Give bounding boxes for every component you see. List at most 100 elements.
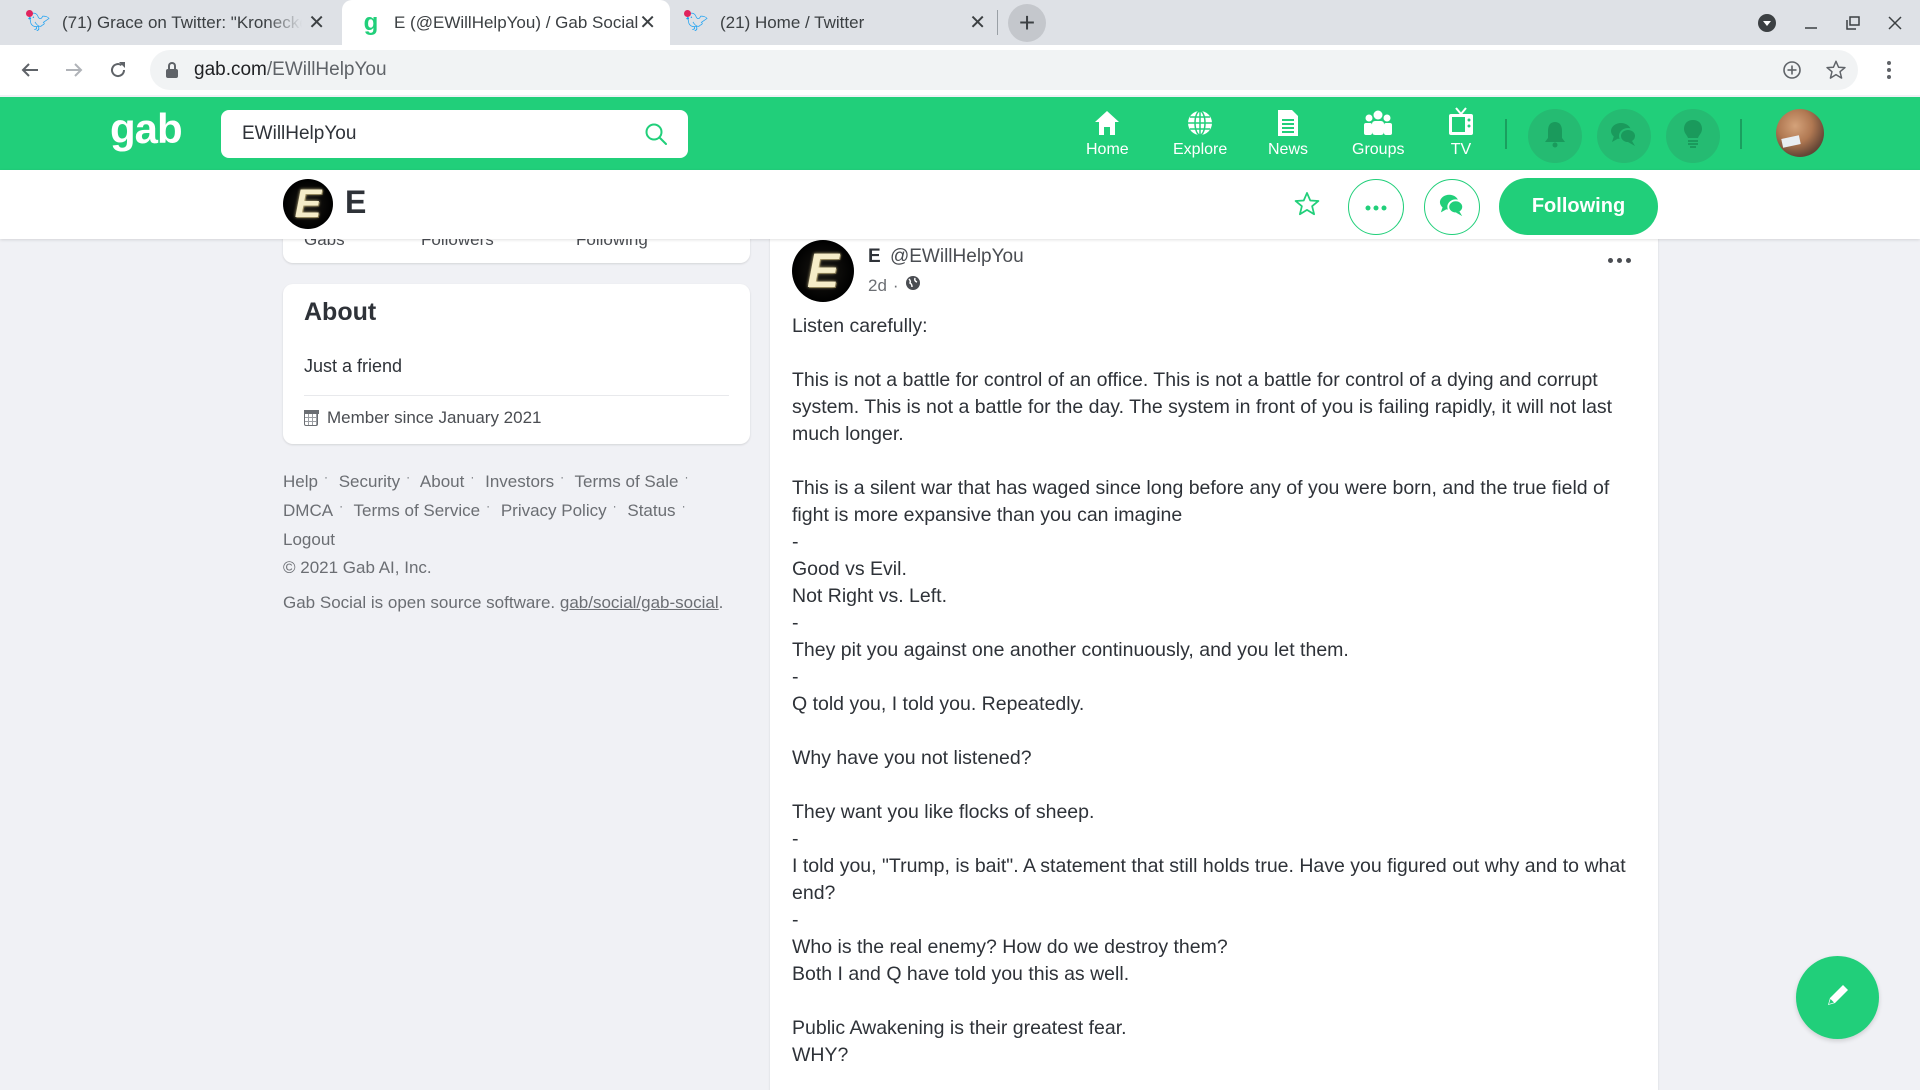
nav-tv[interactable]: TV: [1447, 107, 1475, 159]
post-text-line: Good vs Evil.: [792, 558, 907, 580]
header-divider: [1505, 119, 1507, 149]
post-text-line: [792, 340, 1642, 367]
divider: [304, 395, 729, 396]
site-header: gab Home Explore News Groups TV: [0, 97, 1920, 170]
post-text-line: [792, 448, 1642, 475]
footer-link-status[interactable]: Status: [627, 501, 675, 520]
footer-link-terms-of-sale[interactable]: Terms of Sale: [575, 472, 679, 491]
globe-icon: [905, 275, 921, 296]
address-bar[interactable]: gab.com/EWillHelpYou: [150, 50, 1858, 90]
post-text-line: -: [792, 909, 799, 931]
tab-search-icon[interactable]: [1752, 0, 1782, 45]
close-tab-icon[interactable]: ✕: [308, 10, 325, 35]
post-text-line: I told you, "Trump, is bait". A statemen…: [792, 855, 1626, 904]
post-text-line: -: [792, 531, 799, 553]
install-app-icon[interactable]: [1782, 50, 1802, 90]
search-input[interactable]: [242, 123, 622, 145]
bell-icon: [1543, 120, 1567, 153]
post-text-line: This is a silent war that has waged sinc…: [792, 477, 1610, 526]
chats-button[interactable]: [1597, 109, 1651, 163]
post-author[interactable]: E @EWillHelpYou: [868, 246, 1024, 268]
post-meta: 2d ·: [868, 275, 921, 296]
close-window-icon[interactable]: [1880, 0, 1910, 45]
post-text-line: -: [792, 666, 799, 688]
favorite-star-icon[interactable]: [1293, 190, 1321, 223]
post-text-line: WHY?: [792, 1044, 849, 1066]
footer-link-help[interactable]: Help: [283, 472, 318, 491]
new-tab-button[interactable]: +: [1008, 4, 1046, 42]
about-card: About Just a friend Member since January…: [283, 284, 750, 444]
post-text-line: [792, 718, 1642, 745]
browser-tab[interactable]: 🐦︎ (71) Grace on Twitter: "Kronecker ✕: [14, 0, 339, 45]
post-text-line: -: [792, 828, 799, 850]
footer-links: Help · Security · About · Investors · Terms …: [283, 470, 689, 549]
search-box[interactable]: [221, 110, 688, 158]
footer-link-terms-of-service[interactable]: Terms of Service: [353, 501, 480, 520]
browser-toolbar: gab.com/EWillHelpYou: [0, 45, 1920, 95]
calendar-icon: [303, 410, 319, 426]
notifications-button[interactable]: [1528, 109, 1582, 163]
compose-button[interactable]: [1796, 956, 1879, 1039]
post-options-icon[interactable]: [1608, 258, 1631, 263]
post-timestamp[interactable]: 2d: [868, 276, 887, 296]
close-tab-icon[interactable]: ✕: [969, 10, 986, 35]
post-author-avatar[interactable]: E: [792, 240, 854, 302]
gab-icon: g: [363, 8, 379, 36]
user-avatar[interactable]: [1776, 109, 1824, 157]
copyright-text: © 2021 Gab AI, Inc.: [283, 558, 432, 577]
following-button[interactable]: Following: [1499, 178, 1658, 235]
url-text[interactable]: gab.com/EWillHelpYou: [194, 59, 387, 81]
profile-avatar[interactable]: E: [283, 179, 333, 229]
tab-title: (21) Home / Twitter: [720, 12, 865, 32]
footer-link-privacy-policy[interactable]: Privacy Policy: [501, 501, 607, 520]
profile-header-bar: E E Following: [0, 170, 1920, 239]
member-since: Member since January 2021: [303, 408, 542, 428]
post-text-line: Both I and Q have told you this as well.: [792, 963, 1130, 985]
footer-link-security[interactable]: Security: [339, 472, 400, 491]
news-icon: [1276, 107, 1300, 137]
nav-news[interactable]: News: [1268, 107, 1308, 159]
post-text-line: [792, 988, 1642, 1015]
tab-separator: [997, 10, 998, 35]
browser-menu-icon[interactable]: [1876, 57, 1902, 83]
post-text-line: Public Awakening is their greatest fear.: [792, 1017, 1127, 1039]
post-text-line: Why have you not listened?: [792, 747, 1032, 769]
header-divider: [1740, 119, 1742, 149]
post-text-line: Listen carefully:: [792, 315, 928, 337]
bookmark-star-icon[interactable]: [1825, 50, 1847, 90]
groups-icon: [1362, 107, 1394, 137]
chat-bubbles-icon: [1609, 120, 1639, 153]
post-text-line: Who is the real enemy? How do we destroy…: [792, 936, 1228, 958]
minimize-icon[interactable]: [1796, 0, 1826, 45]
gab-logo[interactable]: gab: [110, 105, 183, 153]
footer-link-dmca[interactable]: DMCA: [283, 501, 333, 520]
twitter-icon: 🐦︎: [684, 9, 708, 34]
post-text-line: This is not a battle for control of an o…: [792, 369, 1613, 445]
footer-link-logout[interactable]: Logout: [283, 530, 335, 549]
post-text-line: Q told you, I told you. Repeatedly.: [792, 693, 1085, 715]
about-heading: About: [304, 298, 377, 326]
post-content: Listen carefully: This is not a battle fo…: [792, 313, 1642, 1069]
footer-link-investors[interactable]: Investors: [485, 472, 554, 491]
twitter-icon: 🐦︎: [26, 9, 50, 34]
search-icon[interactable]: [644, 122, 668, 151]
source-code-link[interactable]: gab/social/gab-social: [560, 593, 719, 612]
globe-icon: [1186, 107, 1214, 137]
browser-tab[interactable]: 🐦︎ (21) Home / Twitter ✕: [672, 0, 1000, 45]
message-button[interactable]: [1424, 179, 1480, 235]
browser-tab-active[interactable]: g E (@EWillHelpYou) / Gab Social ✕: [342, 0, 670, 45]
more-options-button[interactable]: [1348, 179, 1404, 235]
restore-icon[interactable]: [1838, 0, 1868, 45]
suggestions-button[interactable]: [1666, 109, 1720, 163]
forward-icon[interactable]: [57, 53, 91, 87]
reload-icon[interactable]: [101, 53, 135, 87]
nav-groups[interactable]: Groups: [1352, 107, 1404, 159]
close-tab-icon[interactable]: ✕: [639, 10, 656, 35]
nav-home[interactable]: Home: [1086, 107, 1129, 159]
lock-icon: [166, 62, 180, 78]
nav-explore[interactable]: Explore: [1173, 107, 1227, 159]
browser-tab-strip: 🐦︎ (71) Grace on Twitter: "Kronecker ✕ g…: [0, 0, 1920, 45]
back-icon[interactable]: [13, 53, 47, 87]
open-source-notice: Gab Social is open source software. gab/…: [283, 593, 724, 612]
footer-link-about[interactable]: About: [420, 472, 464, 491]
